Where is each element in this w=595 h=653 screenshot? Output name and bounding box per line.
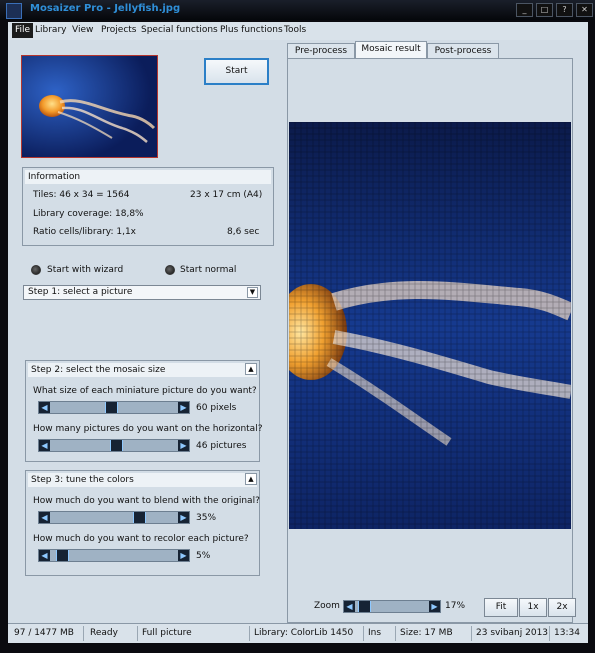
status-memory: 97 / 1477 MB <box>10 626 84 641</box>
zoom-value: 17% <box>445 601 466 611</box>
slider-right-arrow-icon[interactable]: ▶ <box>178 512 189 523</box>
slider-knob[interactable] <box>132 512 146 523</box>
step2-question-size: What size of each miniature picture do y… <box>33 386 257 396</box>
tab-post-process[interactable]: Post-process <box>427 43 499 59</box>
step3-question-recolor: How much do you want to recolor each pic… <box>33 534 249 544</box>
start-button[interactable]: Start <box>204 58 269 85</box>
step1-selected: Step 1: select a picture <box>28 287 133 297</box>
app-icon <box>6 3 22 19</box>
source-thumbnail <box>21 55 158 158</box>
window-title: Mosaizer Pro - Jellyfish.jpg <box>30 3 181 14</box>
blend-slider[interactable]: ◀ ▶ <box>38 511 190 524</box>
menu-plus-functions[interactable]: Plus functions <box>220 25 283 35</box>
slider-left-arrow-icon[interactable]: ◀ <box>39 402 50 413</box>
slider-left-arrow-icon[interactable]: ◀ <box>344 601 355 612</box>
status-library: Library: ColorLib 1450 <box>250 626 364 641</box>
slider-right-arrow-icon[interactable]: ▶ <box>429 601 440 612</box>
step3-question-blend: How much do you want to blend with the o… <box>33 496 260 506</box>
menu-special-functions[interactable]: Special functions <box>141 25 218 35</box>
slider-left-arrow-icon[interactable]: ◀ <box>39 512 50 523</box>
status-size: Size: 17 MB <box>396 626 472 641</box>
tile-size-value: 60 pixels <box>196 403 237 413</box>
status-time: 13:34 <box>554 628 580 638</box>
chevron-down-icon: ▼ <box>247 287 258 298</box>
step2-title: Step 2: select the mosaic size <box>28 363 257 377</box>
tiles-count: Tiles: 46 x 34 = 1564 <box>33 190 130 200</box>
help-button[interactable]: ? <box>556 3 573 17</box>
normal-radio[interactable] <box>165 265 175 275</box>
tile-size-slider[interactable]: ◀ ▶ <box>38 401 190 414</box>
normal-label: Start normal <box>180 265 237 275</box>
menu-file[interactable]: File <box>12 23 34 38</box>
status-state: Ready <box>86 626 138 641</box>
print-size: 23 x 17 cm (A4) <box>190 190 263 200</box>
slider-left-arrow-icon[interactable]: ◀ <box>39 440 50 451</box>
zoom-2x-button[interactable]: 2x <box>548 598 576 617</box>
minimize-button[interactable]: _ <box>516 3 533 17</box>
menu-library[interactable]: Library <box>35 25 66 35</box>
slider-right-arrow-icon[interactable]: ▶ <box>178 440 189 451</box>
slider-knob[interactable] <box>55 550 69 561</box>
wizard-radio[interactable] <box>31 265 41 275</box>
slider-knob[interactable] <box>105 402 119 413</box>
blend-value: 35% <box>196 513 217 523</box>
library-coverage: Library coverage: 18,8% <box>33 209 144 219</box>
zoom-label: Zoom <box>314 601 340 611</box>
tab-mosaic-result[interactable]: Mosaic result <box>355 41 427 59</box>
mosaic-image[interactable] <box>289 122 571 529</box>
information-title: Information <box>25 170 271 184</box>
zoom-1x-button[interactable]: 1x <box>519 598 547 617</box>
recolor-slider[interactable]: ◀ ▶ <box>38 549 190 562</box>
fit-button[interactable]: Fit <box>484 598 518 617</box>
status-ins: Ins <box>364 626 396 641</box>
slider-right-arrow-icon[interactable]: ▶ <box>178 550 189 561</box>
collapse-icon[interactable]: ▲ <box>245 473 257 485</box>
status-view: Full picture <box>138 626 250 641</box>
tab-pre-process[interactable]: Pre-process <box>287 43 355 59</box>
horizontal-count-slider[interactable]: ◀ ▶ <box>38 439 190 452</box>
slider-knob[interactable] <box>109 440 123 451</box>
status-date: 23 svibanj 2013 <box>472 626 550 641</box>
ratio-cells-library: Ratio cells/library: 1,1x <box>33 227 137 237</box>
title-bar[interactable]: Mosaizer Pro - Jellyfish.jpg _ □ ? ✕ <box>0 0 595 20</box>
menu-projects[interactable]: Projects <box>101 25 136 35</box>
slider-left-arrow-icon[interactable]: ◀ <box>39 550 50 561</box>
recolor-value: 5% <box>196 551 211 561</box>
step1-dropdown[interactable]: Step 1: select a picture ▼ <box>23 285 261 300</box>
status-bar: 97 / 1477 MB Ready Full picture Library:… <box>8 623 588 643</box>
slider-knob[interactable] <box>358 601 372 612</box>
step2-question-horizontal: How many pictures do you want on the hor… <box>33 424 263 434</box>
collapse-icon[interactable]: ▲ <box>245 363 257 375</box>
processing-time: 8,6 sec <box>227 227 260 237</box>
menu-view[interactable]: View <box>72 25 93 35</box>
horizontal-count-value: 46 pictures <box>196 441 247 451</box>
app-window: Mosaizer Pro - Jellyfish.jpg _ □ ? ✕ Fil… <box>0 0 595 653</box>
close-button[interactable]: ✕ <box>576 3 593 17</box>
slider-right-arrow-icon[interactable]: ▶ <box>178 402 189 413</box>
zoom-slider[interactable]: ◀ ▶ <box>343 600 441 613</box>
step3-title: Step 3: tune the colors <box>28 473 257 487</box>
menu-bar: File Library View Projects Special funct… <box>8 22 588 40</box>
wizard-label: Start with wizard <box>47 265 124 275</box>
menu-tools[interactable]: Tools <box>284 25 306 35</box>
maximize-button[interactable]: □ <box>536 3 553 17</box>
